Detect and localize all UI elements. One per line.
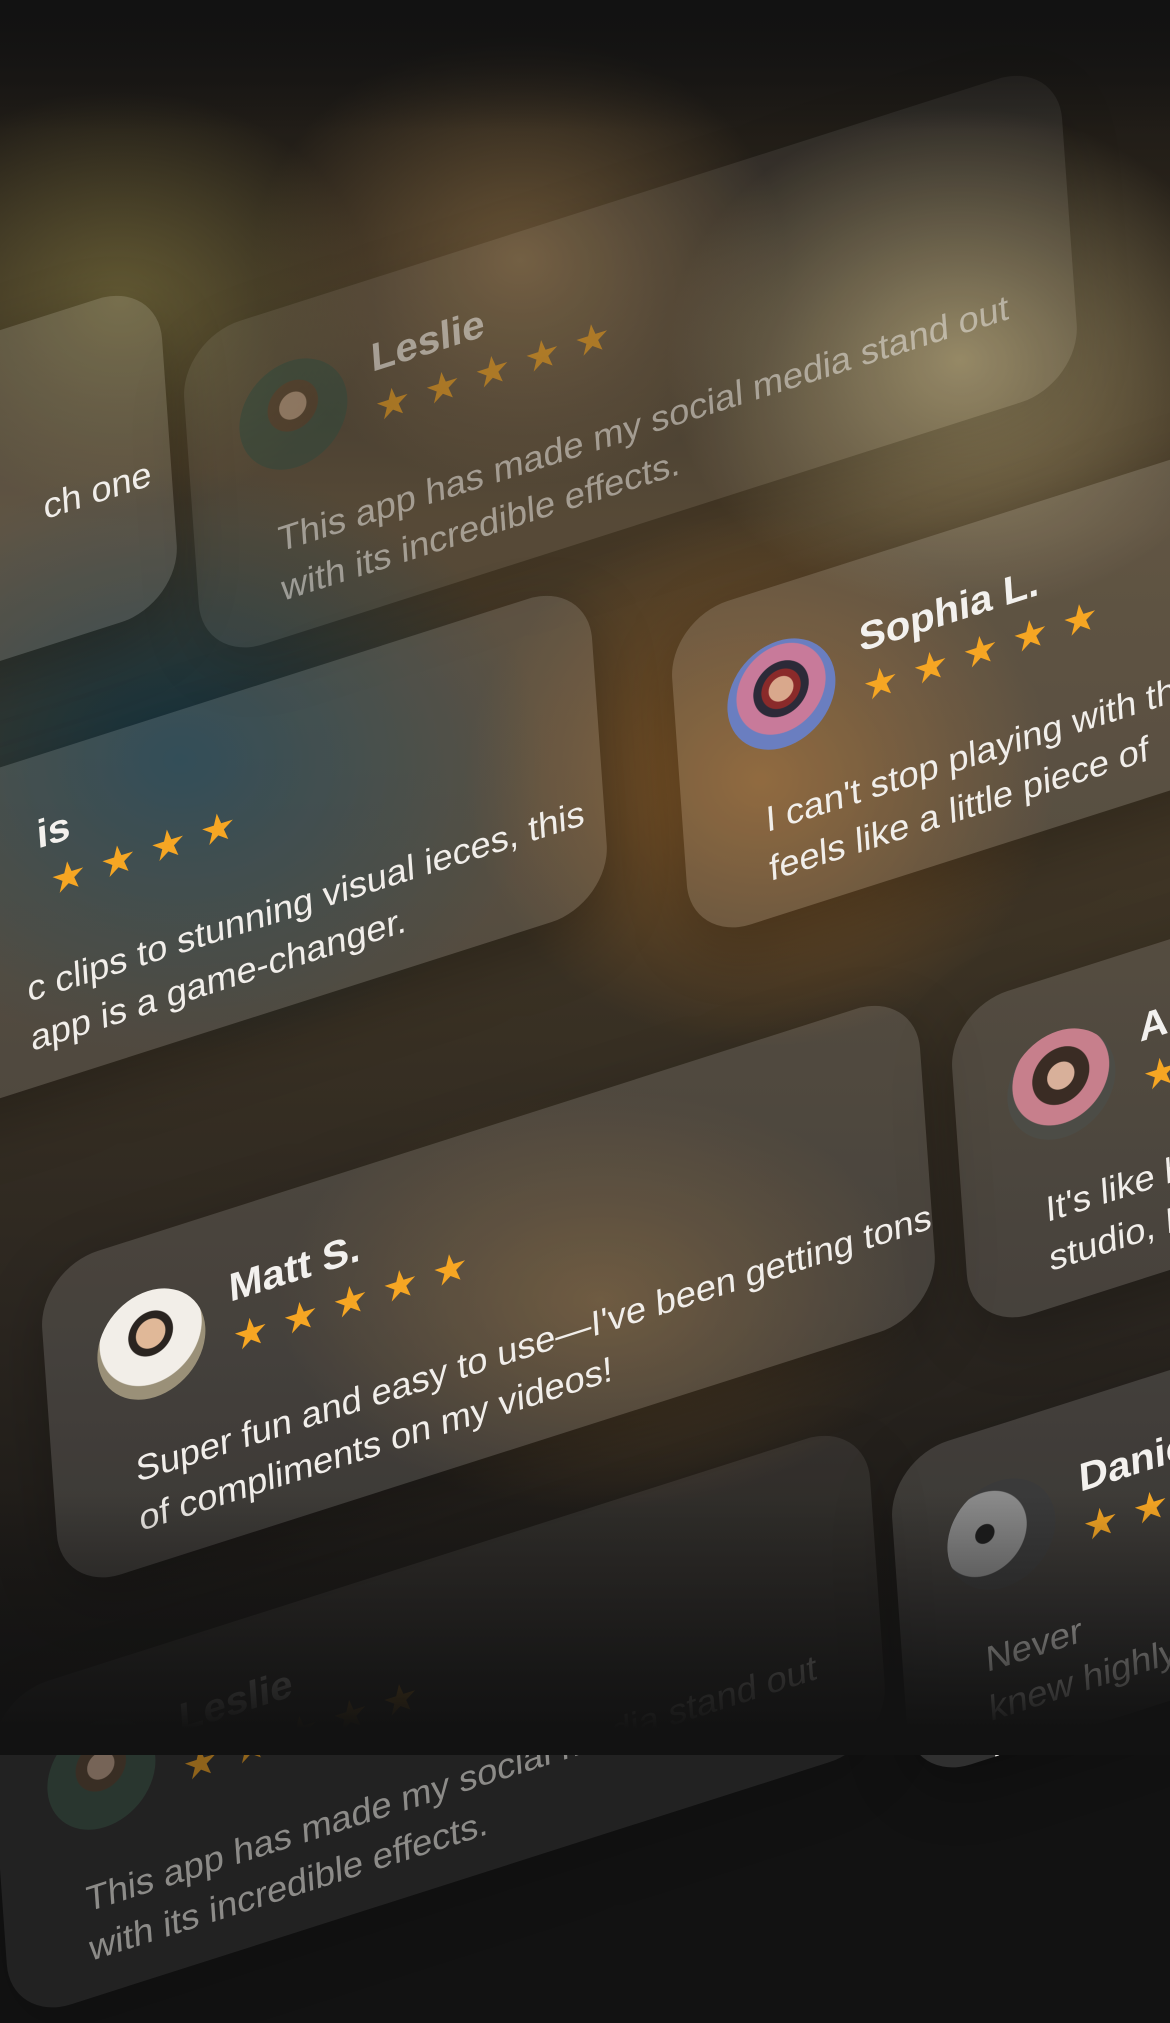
- star-icon: ★: [1131, 1480, 1170, 1535]
- star-icon: ★: [231, 1720, 270, 1775]
- reviewer-name: An: [1137, 990, 1170, 1051]
- review-text: Never knew highly reco: [984, 1609, 1170, 1778]
- reviewer-name: is: [35, 803, 72, 858]
- star-icon: ★: [330, 1274, 370, 1329]
- star-icon: ★: [430, 1242, 470, 1298]
- star-icon: ★: [330, 1688, 370, 1743]
- star-icon: ★: [181, 1736, 220, 1791]
- star-icon: ★: [380, 1258, 420, 1313]
- star-icon: ★: [1060, 592, 1100, 648]
- star-icon: ★: [423, 360, 462, 415]
- star-icon: ★: [1010, 608, 1050, 663]
- star-icon: ★: [280, 1704, 320, 1759]
- star-icon: ★: [472, 344, 512, 399]
- star-icon: ★: [48, 849, 88, 905]
- avatar: [943, 1463, 1060, 1605]
- review-text: c clips to stunning visual ieces, this a…: [25, 791, 586, 1059]
- review-card: is ★ ★ ★ ★ c clips to stunning visual ie…: [0, 579, 611, 1184]
- star-icon: ★: [373, 376, 412, 431]
- star-icon: ★: [960, 624, 1000, 679]
- avatar: [723, 623, 840, 765]
- star-icon: ★: [198, 801, 238, 857]
- review-text: ch one: [42, 452, 153, 528]
- avatar: [235, 343, 352, 485]
- star-icon: ★: [148, 817, 188, 873]
- avatar: [43, 1703, 160, 1845]
- avatar: [93, 1273, 210, 1415]
- star-icon: ★: [1081, 1496, 1120, 1551]
- star-icon: ★: [522, 328, 562, 383]
- star-icon: ★: [911, 640, 950, 695]
- star-icon: ★: [281, 1290, 320, 1345]
- star-icon: ★: [231, 1306, 270, 1361]
- star-rating: ★ ★ ★ ★: [48, 801, 239, 905]
- review-wall: Leslie ★ ★ ★ ★ ★ This app has made my so…: [0, 0, 1170, 2023]
- star-icon: ★: [572, 312, 612, 368]
- star-rating: ★: [1141, 1046, 1170, 1101]
- review-text: This app has made my social media stand …: [84, 1646, 818, 1969]
- star-icon: ★: [98, 833, 138, 889]
- review-text: It's like h studio, I: [1044, 1145, 1170, 1279]
- avatar: [1003, 1013, 1120, 1155]
- star-icon: ★: [861, 656, 900, 711]
- star-icon: ★: [380, 1672, 420, 1728]
- star-icon: ★: [1141, 1046, 1170, 1101]
